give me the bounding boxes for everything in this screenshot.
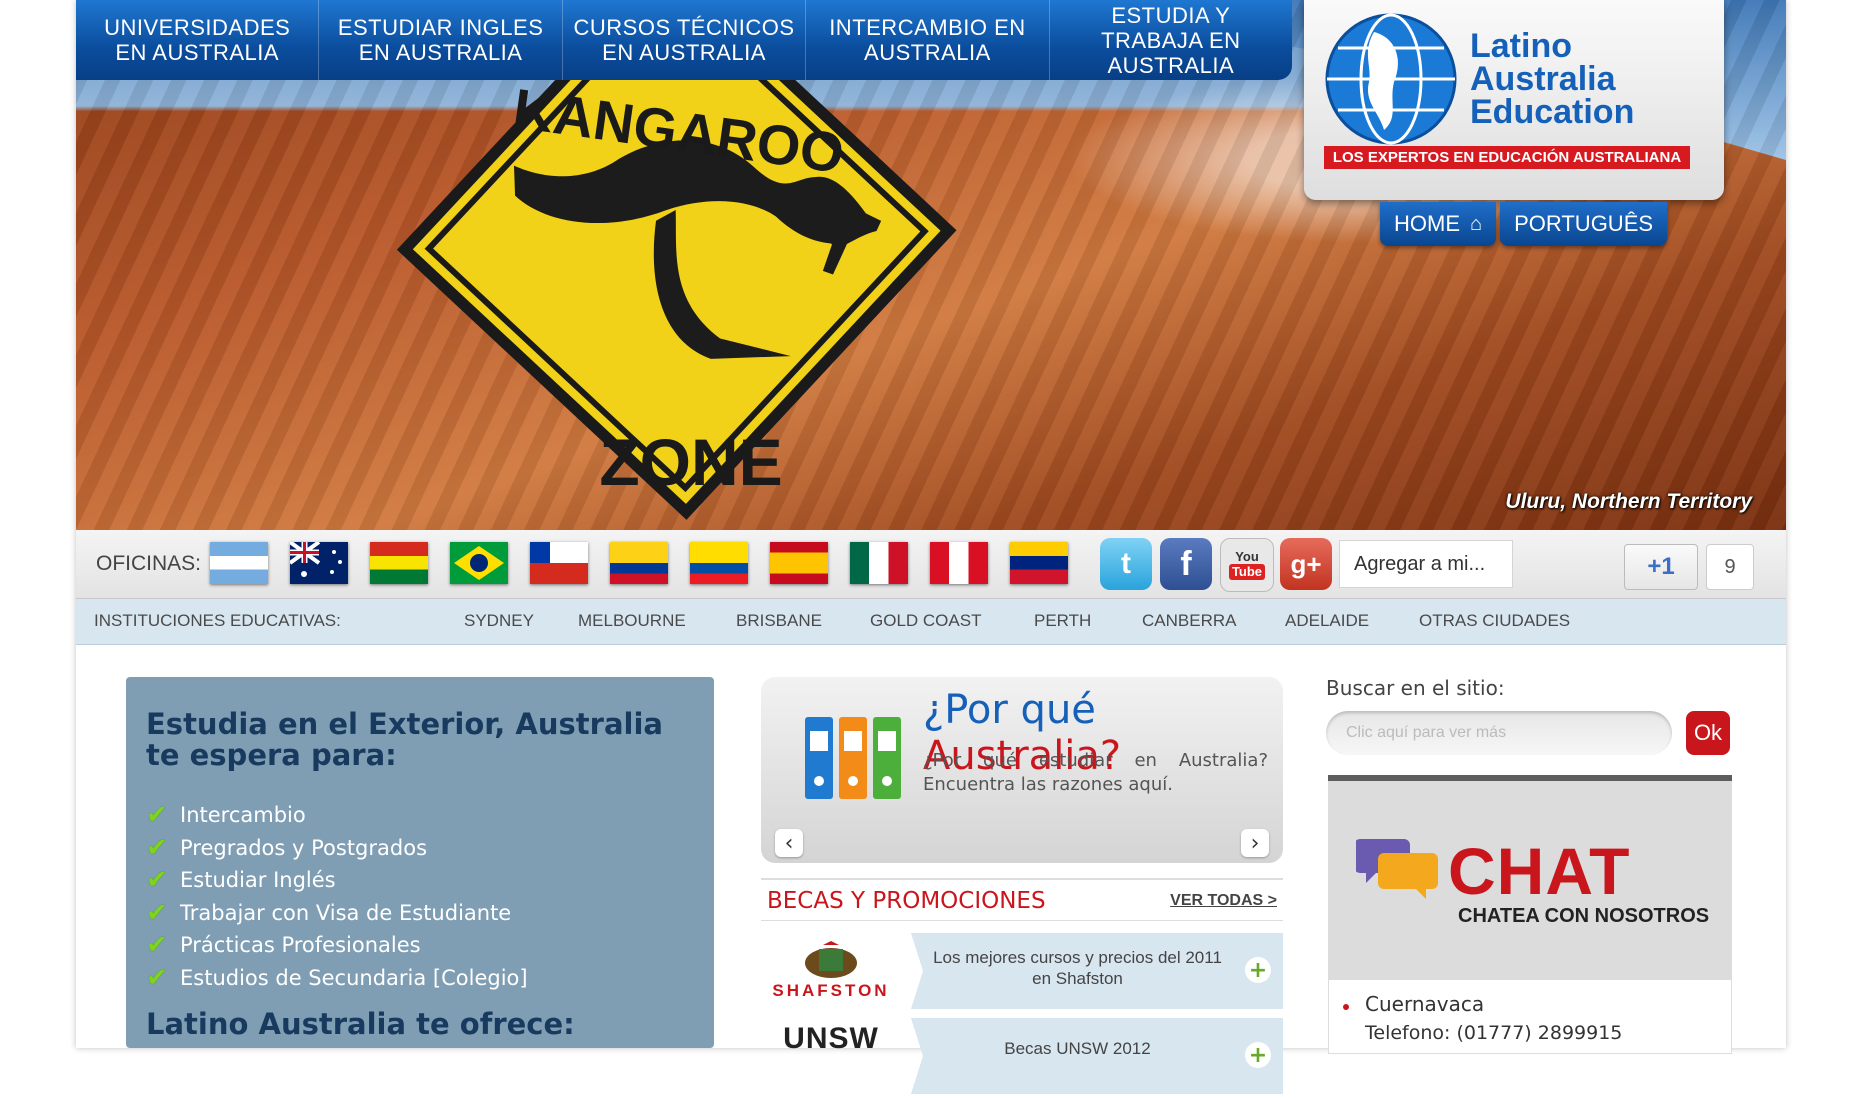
ver-todas-link[interactable]: VER TODAS > — [1170, 892, 1277, 910]
site-logo[interactable]: Latino Australia Education LOS EXPERTOS … — [1304, 0, 1724, 200]
search-label: Buscar en el sitio: — [1326, 676, 1505, 700]
institutions-label: INSTITUCIONES EDUCATIVAS: — [94, 611, 341, 630]
mexico-flag[interactable] — [850, 542, 908, 584]
why-australia-slider[interactable]: ¿Por qué Australia? ¿Por qué estudiar en… — [761, 677, 1283, 863]
home-label: HOME — [1394, 211, 1460, 236]
logo-line-1: Latino — [1470, 27, 1572, 65]
office-city: Cuernavaca — [1365, 992, 1485, 1016]
bolivia-flag[interactable] — [370, 542, 428, 584]
unsw-logo: UNSW — [783, 1022, 879, 1055]
city-link-adelaide[interactable]: ADELAIDE — [1285, 611, 1369, 631]
list-item[interactable]: ✔ Intercambio — [146, 799, 528, 832]
top-links: HOME ⌂ PORTUGUÊS — [1380, 202, 1668, 246]
chat-widget[interactable]: CHAT CHATEA CON NOSOTROS Cuernavaca Tele… — [1328, 775, 1732, 1054]
plus-one-count: 9 — [1706, 544, 1754, 590]
chat-title: CHAT — [1448, 834, 1631, 908]
promo-item[interactable]: SHAFSTON Los mejores cursos y precios de… — [761, 933, 1283, 1009]
facebook-icon[interactable]: f — [1160, 538, 1212, 590]
plus-icon[interactable]: + — [1245, 1042, 1271, 1068]
google-plus-icon[interactable]: g+ — [1280, 538, 1332, 590]
next-arrow-icon[interactable]: › — [1241, 829, 1269, 857]
chile-flag[interactable] — [530, 542, 588, 584]
portugues-button[interactable]: PORTUGUÊS — [1500, 202, 1668, 246]
page: KANGAROO ZONE Uluru, Northern Territory … — [76, 0, 1786, 1094]
house-icon: ⌂ — [1470, 212, 1483, 235]
youtube-you: You — [1235, 549, 1259, 564]
city-link-melbourne[interactable]: MELBOURNE — [578, 611, 686, 631]
chat-subtitle: CHATEA CON NOSOTROS — [1458, 905, 1710, 927]
binders-icon — [805, 717, 901, 799]
nav-universidades[interactable]: UNIVERSIDADES EN AUSTRALIA — [76, 0, 320, 80]
australia-flag[interactable] — [290, 542, 348, 584]
promo-text: Becas UNSW 2012 — [1004, 1039, 1151, 1058]
spain-flag[interactable] — [770, 542, 828, 584]
ecuador-flag[interactable] — [690, 542, 748, 584]
check-icon: ✔ — [146, 962, 168, 993]
office-phone: Telefono: (01777) 2899915 — [1365, 1022, 1623, 1044]
institutions-bar: INSTITUCIONES EDUCATIVAS: SYDNEY MELBOUR… — [76, 599, 1786, 645]
benefits-list: ✔ Intercambio ✔ Pregrados y Postgrados ✔ Es… — [146, 799, 528, 994]
bullet-icon — [1343, 1004, 1349, 1010]
city-link-brisbane[interactable]: BRISBANE — [736, 611, 822, 631]
prev-arrow-icon[interactable]: ‹ — [775, 829, 803, 857]
brazil-flag[interactable] — [450, 542, 508, 584]
check-icon: ✔ — [146, 832, 168, 863]
search-input[interactable] — [1326, 711, 1672, 755]
hero-caption: Uluru, Northern Territory — [1505, 490, 1752, 513]
chat-bubbles-icon — [1356, 839, 1438, 899]
peru-flag[interactable] — [930, 542, 988, 584]
becas-title: BECAS Y PROMOCIONES — [767, 888, 1046, 914]
sign-bottom-text: ZONE — [599, 425, 782, 499]
becas-header: BECAS Y PROMOCIONES VER TODAS > — [761, 878, 1283, 921]
crest-icon — [805, 941, 857, 978]
city-link-sydney[interactable]: SYDNEY — [464, 611, 534, 631]
venezuela-flag[interactable] — [1010, 542, 1068, 584]
list-item[interactable]: ✔ Trabajar con Visa de Estudiante — [146, 897, 528, 930]
study-abroad-panel: Estudia en el Exterior, Australia te esp… — [126, 677, 714, 1048]
colombia-flag[interactable] — [610, 542, 668, 584]
argentina-flag[interactable] — [210, 542, 268, 584]
logo-line-3: Education — [1470, 93, 1635, 131]
check-icon: ✔ — [146, 897, 168, 928]
youtube-tube: Tube — [1228, 564, 1266, 580]
logo-line-2: Australia — [1470, 60, 1616, 98]
offices-label: OFICINAS: — [96, 552, 202, 575]
nav-cursos-tecnicos[interactable]: CURSOS TÉCNICOS EN AUSTRALIA — [563, 0, 807, 80]
plus-icon[interactable]: + — [1245, 957, 1271, 983]
check-icon: ✔ — [146, 865, 168, 896]
city-link-perth[interactable]: PERTH — [1034, 611, 1091, 631]
list-item[interactable]: ✔ Estudiar Inglés — [146, 864, 528, 897]
logo-tagline: LOS EXPERTOS EN EDUCACIÓN AUSTRALIANA — [1324, 146, 1690, 169]
panel-title: Estudia en el Exterior, Australia te esp… — [146, 707, 663, 772]
portugues-label: PORTUGUÊS — [1514, 211, 1654, 236]
nav-estudiar-ingles[interactable]: ESTUDIAR INGLES EN AUSTRALIA — [319, 0, 563, 80]
list-item[interactable]: ✔ Estudios de Secundaria [Colegio] — [146, 962, 528, 995]
city-link-otras[interactable]: OTRAS CIUDADES — [1419, 611, 1570, 631]
home-button[interactable]: HOME ⌂ — [1380, 202, 1497, 246]
list-item[interactable]: ✔ Prácticas Profesionales — [146, 929, 528, 962]
offices-bar: OFICINAS: t f You Tube g+ Agregar a mi..… — [76, 530, 1786, 599]
office-card: Cuernavaca Telefono: (01777) 2899915 — [1328, 979, 1732, 1054]
nav-intercambio[interactable]: INTERCAMBIO EN AUSTRALIA — [806, 0, 1050, 80]
main-nav: UNIVERSIDADES EN AUSTRALIA ESTUDIAR INGL… — [76, 0, 1292, 80]
twitter-icon[interactable]: t — [1100, 538, 1152, 590]
agregar-button[interactable]: Agregar a mi... — [1339, 540, 1513, 588]
city-link-gold-coast[interactable]: GOLD COAST — [870, 611, 981, 631]
city-link-canberra[interactable]: CANBERRA — [1142, 611, 1236, 631]
why-description: ¿Por qué estudiar en Australia? Encuentr… — [923, 750, 1268, 795]
check-icon: ✔ — [146, 800, 168, 831]
promo-item[interactable]: UNSW Becas UNSW 2012 + — [761, 1018, 1283, 1094]
check-icon: ✔ — [146, 930, 168, 961]
search-ok-button[interactable]: Ok — [1686, 711, 1730, 755]
globe-icon — [1325, 13, 1457, 145]
youtube-icon[interactable]: You Tube — [1220, 538, 1274, 592]
nav-estudia-trabaja[interactable]: ESTUDIA Y TRABAJA EN AUSTRALIA — [1050, 0, 1292, 80]
shafston-logo: SHAFSTON — [761, 933, 901, 1009]
list-item[interactable]: ✔ Pregrados y Postgrados — [146, 832, 528, 865]
plus-one-button[interactable]: +1 — [1624, 544, 1698, 590]
promo-text: Los mejores cursos y precios del 2011 en… — [933, 948, 1222, 988]
panel-subtitle: Latino Australia te ofrece: — [146, 1007, 575, 1041]
